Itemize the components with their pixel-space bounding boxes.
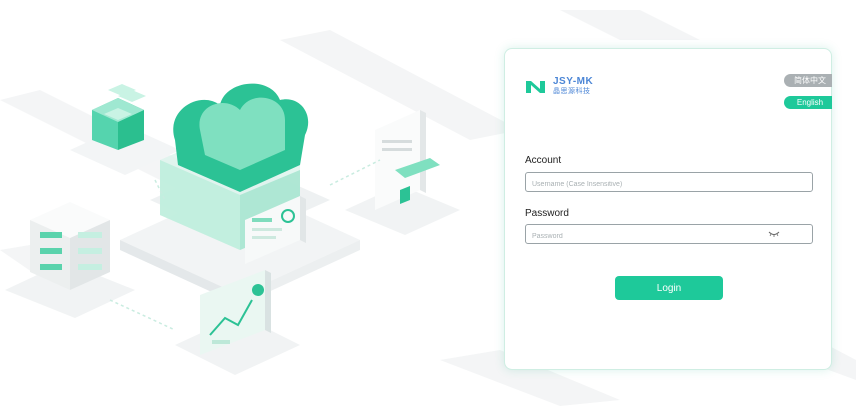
document-icon	[345, 110, 460, 235]
brand-name-en: JSY-MK	[553, 76, 594, 87]
login-card: JSY-MK 晶思源科技 简体中文 English Account Passwo…	[504, 48, 832, 370]
brand-logo: JSY-MK 晶思源科技	[525, 77, 593, 95]
login-button[interactable]: Login	[615, 276, 723, 300]
brand-name-cn: 晶思源科技	[553, 88, 591, 95]
password-field	[525, 224, 813, 246]
jsymk-logo-icon	[526, 81, 545, 93]
account-field	[525, 172, 813, 194]
account-label: Account	[525, 155, 562, 166]
language-option-chinese[interactable]: 简体中文	[784, 74, 832, 87]
account-input[interactable]	[526, 175, 782, 194]
password-label: Password	[525, 208, 569, 219]
eye-closed-icon[interactable]	[768, 229, 780, 239]
password-input[interactable]	[526, 227, 782, 246]
language-option-english[interactable]: English	[784, 96, 832, 109]
